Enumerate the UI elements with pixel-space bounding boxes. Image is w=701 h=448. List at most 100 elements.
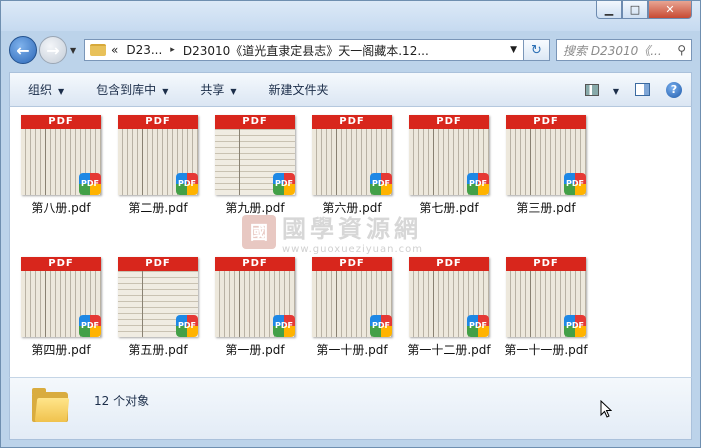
file-item[interactable]: PDF PDF 第一十一册.pdf [501, 257, 591, 358]
organize-label: 组织 [28, 83, 53, 97]
file-name[interactable]: 第四册.pdf [16, 341, 106, 358]
file-name[interactable]: 第一十一册.pdf [501, 341, 591, 358]
file-item[interactable]: PDF PDF 第一册.pdf [210, 257, 300, 358]
file-item[interactable]: PDF PDF 第一十二册.pdf [404, 257, 494, 358]
toolbar-right: ▼ ? [569, 81, 683, 98]
pdf-thumbnail: PDF PDF [118, 115, 198, 195]
forward-button[interactable]: → [39, 36, 67, 64]
pdf-badge-icon: PDF [564, 173, 586, 195]
minimize-button[interactable]: ▁ [596, 1, 622, 19]
search-input[interactable]: 搜索 D23010《... ⚲ [556, 39, 692, 61]
pdf-band: PDF [21, 257, 101, 271]
pdf-band: PDF [215, 257, 295, 271]
pdf-thumbnail: PDF PDF [118, 257, 198, 337]
file-name[interactable]: 第八册.pdf [16, 199, 106, 216]
details-pane: 12 个对象 [9, 377, 692, 440]
preview-pane-button[interactable] [633, 82, 651, 98]
file-item[interactable]: PDF PDF 第九册.pdf [210, 115, 300, 216]
help-button[interactable]: ? [665, 81, 683, 98]
close-button[interactable]: ✕ [648, 1, 692, 19]
breadcrumb-item[interactable]: D23010《道光直隶定县志》天一阁藏本.12... [183, 42, 429, 59]
file-item[interactable]: PDF PDF 第四册.pdf [16, 257, 106, 358]
address-history-dropdown[interactable]: ▼ [510, 45, 517, 55]
file-item[interactable]: PDF PDF 第一十册.pdf [307, 257, 397, 358]
pdf-thumbnail: PDF PDF [506, 257, 586, 337]
file-name[interactable]: 第三册.pdf [501, 199, 591, 216]
pdf-badge-icon: PDF [564, 315, 586, 337]
address-row: ← → ▼ « D23... ▸ D23010《道光直隶定县志》天一阁藏本.12… [9, 35, 692, 65]
pdf-band: PDF [506, 115, 586, 129]
arrow-left-icon: ← [16, 40, 30, 60]
file-list[interactable]: 國 國學資源網 www.guoxueziyuan.com PDF PDF 第八册.… [9, 107, 692, 377]
pdf-thumbnail: PDF PDF [21, 115, 101, 195]
chevron-down-icon: ▼ [230, 87, 237, 96]
file-item[interactable]: PDF PDF 第六册.pdf [307, 115, 397, 216]
view-options-dropdown[interactable]: ▼ [601, 83, 619, 97]
pdf-band: PDF [21, 115, 101, 129]
watermark-seal: 國 [242, 215, 276, 249]
file-name[interactable]: 第五册.pdf [113, 341, 203, 358]
include-label: 包含到库中 [96, 83, 157, 97]
pdf-band: PDF [409, 257, 489, 271]
refresh-button[interactable]: ↻ [524, 39, 550, 61]
pdf-badge-icon: PDF [370, 315, 392, 337]
breadcrumb-separator[interactable]: ▸ [170, 45, 175, 55]
item-count: 12 个对象 [94, 394, 150, 408]
chevron-down-icon: ▼ [612, 86, 619, 96]
pdf-thumbnail: PDF PDF [312, 115, 392, 195]
change-view-button[interactable] [583, 82, 601, 98]
pdf-band: PDF [118, 257, 198, 271]
file-name[interactable]: 第一十二册.pdf [404, 341, 494, 358]
file-name[interactable]: 第一十册.pdf [307, 341, 397, 358]
pdf-badge-icon: PDF [176, 173, 198, 195]
pdf-thumbnail: PDF PDF [21, 257, 101, 337]
share-label: 共享 [200, 83, 225, 97]
back-button[interactable]: ← [9, 36, 37, 64]
file-item[interactable]: PDF PDF 第二册.pdf [113, 115, 203, 216]
search-icon[interactable]: ⚲ [677, 43, 686, 57]
search-placeholder: 搜索 D23010《... [563, 43, 662, 58]
folder-icon [32, 388, 70, 422]
maximize-button[interactable]: □ [622, 1, 648, 19]
pdf-badge-icon: PDF [273, 315, 295, 337]
pdf-badge-icon: PDF [79, 173, 101, 195]
pdf-badge-icon: PDF [176, 315, 198, 337]
pdf-badge-icon: PDF [273, 173, 295, 195]
share-menu[interactable]: 共享 ▼ [182, 81, 250, 98]
pdf-thumbnail: PDF PDF [506, 115, 586, 195]
file-name[interactable]: 第六册.pdf [307, 199, 397, 216]
pdf-band: PDF [409, 115, 489, 129]
include-in-library-menu[interactable]: 包含到库中 ▼ [78, 81, 182, 98]
refresh-icon: ↻ [531, 42, 542, 58]
file-item[interactable]: PDF PDF 第八册.pdf [16, 115, 106, 216]
pdf-thumbnail: PDF PDF [215, 115, 295, 195]
recent-pages-dropdown[interactable]: ▼ [70, 46, 80, 55]
pdf-band: PDF [312, 257, 392, 271]
folder-icon [90, 44, 106, 56]
file-item[interactable]: PDF PDF 第七册.pdf [404, 115, 494, 216]
address-bar[interactable]: « D23... ▸ D23010《道光直隶定县志》天一阁藏本.12... ▼ [84, 39, 524, 61]
preview-pane-icon [634, 83, 650, 96]
pdf-badge-icon: PDF [467, 173, 489, 195]
arrow-right-icon: → [46, 40, 60, 60]
breadcrumb-item[interactable]: D23... [126, 43, 162, 57]
new-folder-button[interactable]: 新建文件夹 [251, 81, 343, 98]
file-name[interactable]: 第二册.pdf [113, 199, 203, 216]
pdf-band: PDF [312, 115, 392, 129]
pdf-thumbnail: PDF PDF [215, 257, 295, 337]
chevron-down-icon: ▼ [58, 87, 65, 96]
file-name[interactable]: 第一册.pdf [210, 341, 300, 358]
pdf-band: PDF [506, 257, 586, 271]
breadcrumb-overflow[interactable]: « [111, 43, 118, 57]
explorer-window: ▁ □ ✕ ← → ▼ « D23... ▸ D23010《道光直隶定县志》天一… [0, 0, 701, 448]
watermark-url: www.guoxueziyuan.com [282, 244, 423, 255]
file-item[interactable]: PDF PDF 第五册.pdf [113, 257, 203, 358]
file-item[interactable]: PDF PDF 第三册.pdf [501, 115, 591, 216]
view-icon [584, 83, 599, 96]
file-name[interactable]: 第七册.pdf [404, 199, 494, 216]
organize-menu[interactable]: 组织 ▼ [10, 81, 78, 98]
pdf-badge-icon: PDF [370, 173, 392, 195]
file-name[interactable]: 第九册.pdf [210, 199, 300, 216]
mouse-cursor-icon [600, 400, 612, 418]
chevron-down-icon: ▼ [162, 87, 169, 96]
